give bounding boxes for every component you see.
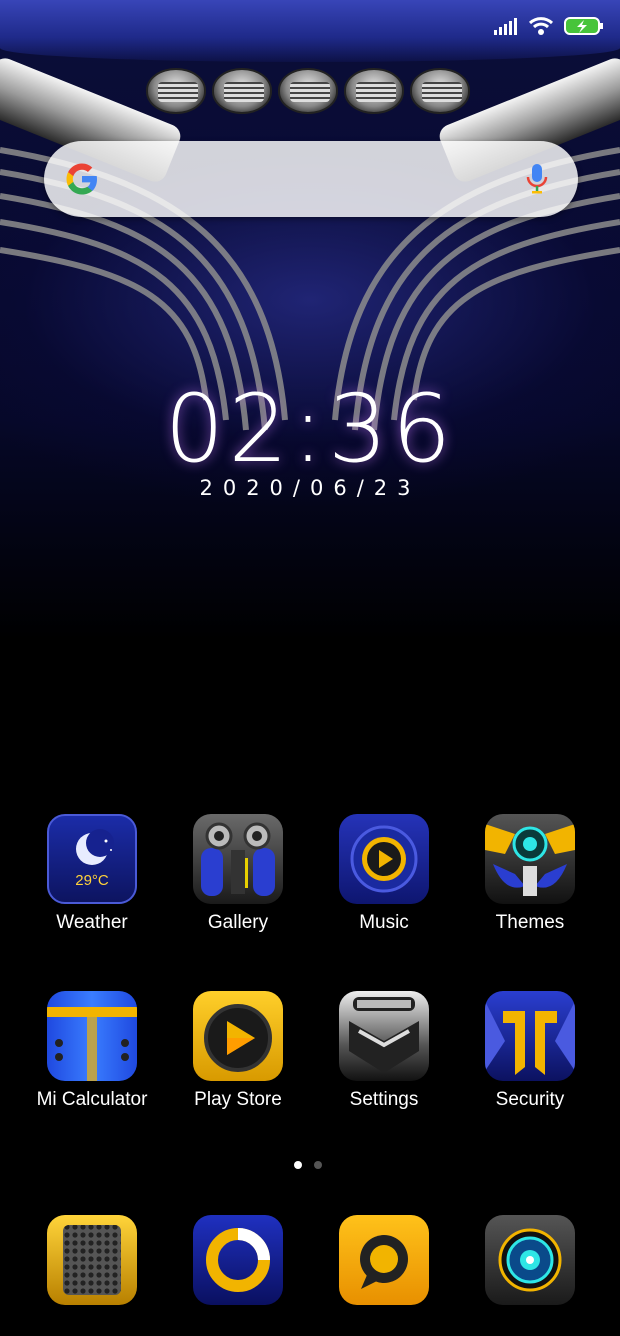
google-g-icon (66, 163, 97, 195)
engine-vents-art (146, 68, 470, 114)
app-label: Mi Calculator (36, 1089, 148, 1110)
app-label: Play Store (194, 1089, 282, 1110)
robot-face-icon (201, 822, 275, 896)
security-icon (485, 991, 575, 1081)
play-store-icon (193, 991, 283, 1081)
gallery-icon (193, 814, 283, 904)
app-label: Gallery (207, 912, 269, 933)
emblem-icon (485, 1001, 575, 1075)
app-label: Settings (349, 1089, 419, 1110)
app-settings[interactable]: Settings (314, 991, 454, 1111)
app-label: Themes (495, 912, 565, 933)
vent (146, 68, 206, 114)
app-label: Weather (56, 912, 128, 933)
vent (278, 68, 338, 114)
app-label: Security (495, 1089, 565, 1110)
page-dot (314, 1161, 322, 1169)
music-icon (339, 814, 429, 904)
vent (212, 68, 272, 114)
weather-temp: 29°C (75, 872, 109, 889)
clock-date: 2020/06/23 (199, 476, 421, 500)
app-mi-calculator[interactable]: Mi Calculator (22, 991, 162, 1111)
clock-time: 02:36 (164, 375, 456, 484)
play-disc-icon (350, 825, 418, 893)
vent (410, 68, 470, 114)
dock-app-4[interactable] (460, 1215, 600, 1305)
google-search-bar[interactable] (44, 141, 578, 217)
wifi-icon (528, 17, 554, 35)
app-security[interactable]: Security (460, 991, 600, 1111)
play-triangle-icon (204, 1004, 272, 1072)
vent (344, 68, 404, 114)
mic-icon[interactable] (526, 163, 548, 195)
capsule-icon (47, 1007, 137, 1081)
app-music[interactable]: Music (314, 814, 454, 934)
app-gallery[interactable]: Gallery (168, 814, 308, 934)
page-dot-active (294, 1161, 302, 1169)
app-label: Music (359, 912, 409, 933)
page-indicator (294, 1161, 322, 1169)
status-icons (494, 16, 604, 36)
grille-icon (349, 997, 419, 1073)
dock-app-3[interactable] (314, 1215, 454, 1305)
status-bar (0, 0, 620, 62)
turbine-core-icon (485, 824, 575, 896)
calculator-icon (47, 991, 137, 1081)
battery-charging-icon (564, 17, 603, 35)
dock-app-2[interactable] (168, 1215, 308, 1305)
hexagon-grid-icon (47, 1215, 137, 1305)
settings-icon (339, 991, 429, 1081)
themes-icon (485, 814, 575, 904)
browser-ring-icon (193, 1215, 283, 1305)
moon-icon (76, 829, 114, 865)
message-bubble-icon (339, 1215, 429, 1305)
app-weather[interactable]: 29°C Weather (22, 814, 162, 934)
signal-icon (494, 18, 517, 35)
app-play-store[interactable]: Play Store (168, 991, 308, 1111)
dock-app-1[interactable] (22, 1215, 162, 1305)
app-themes[interactable]: Themes (460, 814, 600, 934)
weather-icon: 29°C (47, 814, 137, 904)
camera-turbine-icon (485, 1215, 575, 1305)
